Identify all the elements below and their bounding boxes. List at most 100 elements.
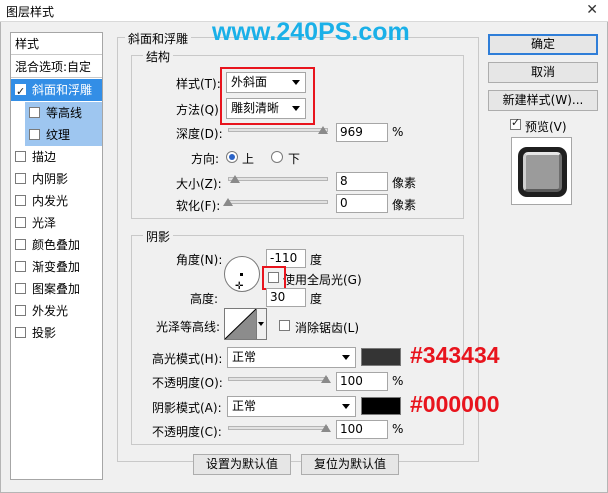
inner-glow-checkbox[interactable] xyxy=(15,195,26,206)
highlight-mode-value: 正常 xyxy=(232,350,257,364)
shadow-opacity-unit: % xyxy=(392,422,404,436)
depth-input[interactable]: 969 xyxy=(336,123,388,142)
shadow-opacity-slider-track[interactable] xyxy=(228,426,328,430)
crosshair-icon: ✛ xyxy=(235,281,244,292)
reset-default-button[interactable]: 复位为默认值 xyxy=(301,454,399,475)
angle-label: 角度(N): xyxy=(176,253,223,267)
direction-down-radio[interactable] xyxy=(271,151,283,163)
sidebar-item-label: 斜面和浮雕 xyxy=(32,83,93,97)
blend-options-item[interactable]: 混合选项:自定 xyxy=(11,56,102,78)
highlight-opacity-input[interactable]: 100 xyxy=(336,372,388,391)
new-style-button[interactable]: 新建样式(W)... xyxy=(488,90,598,111)
preview-thumbnail xyxy=(511,137,572,205)
sidebar-item-outer-glow[interactable]: 外发光 xyxy=(11,300,102,322)
sidebar-item-label: 外发光 xyxy=(32,304,69,318)
shadow-color-swatch[interactable] xyxy=(361,397,401,415)
size-slider-thumb[interactable] xyxy=(230,175,240,183)
outer-glow-checkbox[interactable] xyxy=(15,305,26,316)
sidebar-item-label: 图案叠加 xyxy=(32,282,81,296)
drop-shadow-checkbox[interactable] xyxy=(15,327,26,338)
sidebar-item-color-overlay[interactable]: 颜色叠加 xyxy=(11,234,102,256)
sidebar-item-bevel-emboss[interactable]: 斜面和浮雕 xyxy=(11,79,102,103)
soften-slider-thumb[interactable] xyxy=(223,198,233,206)
shadow-opacity-input[interactable]: 100 xyxy=(336,420,388,439)
inner-shadow-checkbox[interactable] xyxy=(15,173,26,184)
contour-checkbox[interactable] xyxy=(29,107,40,118)
sidebar-item-label: 光泽 xyxy=(32,216,57,230)
sidebar-item-label: 内发光 xyxy=(32,194,69,208)
close-icon[interactable]: ✕ xyxy=(586,2,598,18)
highlight-opacity-unit: % xyxy=(392,374,404,388)
shadow-color-annotation: #000000 xyxy=(410,391,500,417)
depth-label: 深度(D): xyxy=(176,127,223,141)
pattern-overlay-checkbox[interactable] xyxy=(15,283,26,294)
sidebar-item-gradient-overlay[interactable]: 渐变叠加 xyxy=(11,256,102,278)
styles-header[interactable]: 样式 xyxy=(11,33,102,55)
highlight-mode-label: 高光模式(H): xyxy=(152,352,223,366)
chevron-down-icon xyxy=(342,404,350,409)
window-title: 图层样式 xyxy=(6,5,55,19)
cancel-button[interactable]: 取消 xyxy=(488,62,598,83)
sidebar-item-texture[interactable]: 纹理 xyxy=(25,124,102,146)
sidebar-item-label: 等高线 xyxy=(46,106,83,120)
chevron-down-icon xyxy=(258,322,264,326)
watermark: www.240PS.com xyxy=(212,18,410,46)
gradient-overlay-checkbox[interactable] xyxy=(15,261,26,272)
direction-label: 方向: xyxy=(191,152,220,166)
bevel-checkbox[interactable] xyxy=(15,81,26,103)
highlight-color-swatch[interactable] xyxy=(361,348,401,366)
angle-unit: 度 xyxy=(310,253,323,267)
sidebar-item-drop-shadow[interactable]: 投影 xyxy=(11,322,102,344)
sidebar-item-contour[interactable]: 等高线 xyxy=(25,102,102,124)
sidebar-item-inner-shadow[interactable]: 内阴影 xyxy=(11,168,102,190)
altitude-label: 高度: xyxy=(190,292,219,306)
color-overlay-checkbox[interactable] xyxy=(15,239,26,250)
global-light-label: 使用全局光(G) xyxy=(283,273,362,287)
soften-input[interactable]: 0 xyxy=(336,194,388,213)
set-default-button[interactable]: 设置为默认值 xyxy=(193,454,291,475)
highlight-opacity-label: 不透明度(O): xyxy=(152,376,223,390)
sidebar-item-label: 颜色叠加 xyxy=(32,238,81,252)
sidebar-item-label: 渐变叠加 xyxy=(32,260,81,274)
size-unit: 像素 xyxy=(392,176,417,190)
texture-checkbox[interactable] xyxy=(29,129,40,140)
antialias-checkbox[interactable] xyxy=(279,320,290,331)
angle-dial-center xyxy=(240,273,243,276)
satin-checkbox[interactable] xyxy=(15,217,26,228)
highlight-mode-select[interactable]: 正常 xyxy=(227,347,356,368)
technique-label: 方法(Q): xyxy=(176,103,223,117)
sidebar-item-stroke[interactable]: 描边 xyxy=(11,146,102,168)
shadow-mode-select[interactable]: 正常 xyxy=(227,396,356,417)
chevron-down-icon xyxy=(342,355,350,360)
size-input[interactable]: 8 xyxy=(336,172,388,191)
ok-button[interactable]: 确定 xyxy=(488,34,598,55)
depth-unit: % xyxy=(392,125,404,139)
soften-slider-track[interactable] xyxy=(228,200,328,204)
sidebar-item-label: 投影 xyxy=(32,326,57,340)
altitude-unit: 度 xyxy=(310,292,323,306)
antialias-label: 消除锯齿(L) xyxy=(295,321,360,335)
sidebar-item-pattern-overlay[interactable]: 图案叠加 xyxy=(11,278,102,300)
preview-label: 预览(V) xyxy=(525,120,567,134)
depth-slider-track[interactable] xyxy=(228,128,328,132)
stroke-checkbox[interactable] xyxy=(15,151,26,162)
sidebar-item-label: 描边 xyxy=(32,150,57,164)
angle-dial[interactable]: ✛ xyxy=(224,256,260,292)
highlight-box-style xyxy=(220,67,315,125)
shadow-opacity-slider-thumb[interactable] xyxy=(321,424,331,432)
direction-up-radio[interactable] xyxy=(226,151,238,163)
highlight-opacity-slider-thumb[interactable] xyxy=(321,375,331,383)
size-slider-track[interactable] xyxy=(228,177,328,181)
altitude-input[interactable]: 30 xyxy=(266,288,306,307)
depth-slider-thumb[interactable] xyxy=(318,126,328,134)
gloss-contour-thumbnail[interactable] xyxy=(224,308,257,340)
highlight-opacity-slider-track[interactable] xyxy=(228,377,328,381)
sidebar-item-satin[interactable]: 光泽 xyxy=(11,212,102,234)
preview-checkbox[interactable] xyxy=(510,116,521,130)
sidebar-item-label: 纹理 xyxy=(46,128,71,142)
sidebar-item-label: 内阴影 xyxy=(32,172,69,186)
gloss-contour-dropdown[interactable] xyxy=(257,308,267,340)
size-label: 大小(Z): xyxy=(176,177,222,191)
highlight-box-global-light xyxy=(262,266,286,290)
sidebar-item-inner-glow[interactable]: 内发光 xyxy=(11,190,102,212)
